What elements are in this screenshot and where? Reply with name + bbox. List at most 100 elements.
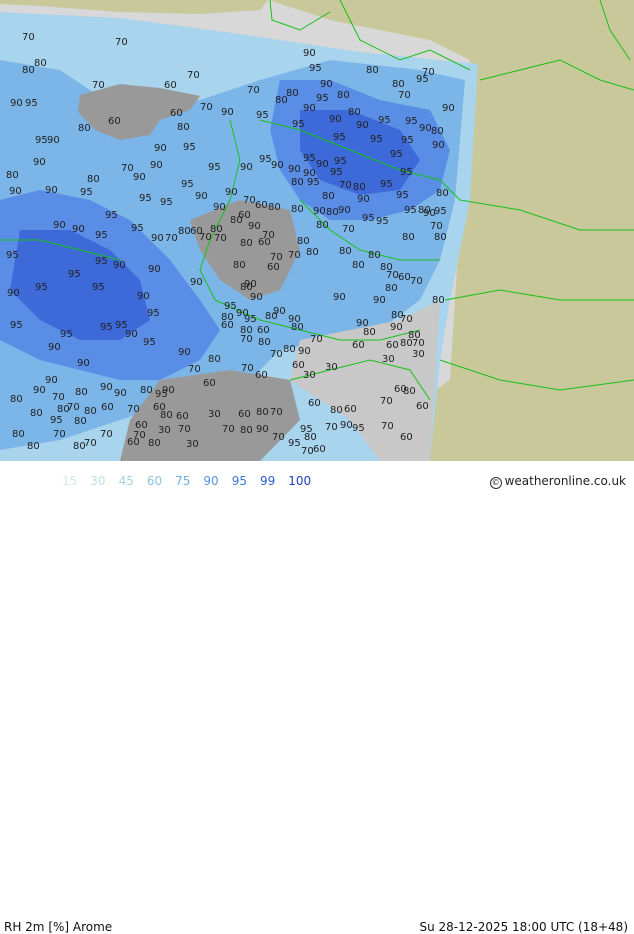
contour-label: 60 xyxy=(127,437,140,448)
contour-label: 95 xyxy=(316,93,329,104)
contour-label: 80 xyxy=(352,260,365,271)
contour-label: 70 xyxy=(240,334,253,345)
contour-label: 90 xyxy=(45,185,58,196)
contour-label: 95 xyxy=(390,149,403,160)
contour-label: 70 xyxy=(270,407,283,418)
contour-label: 95 xyxy=(288,438,301,449)
contour-label: 70 xyxy=(270,252,283,263)
contour-label: 70 xyxy=(380,396,393,407)
contour-label: 90 xyxy=(390,322,403,333)
copyright-text: weatheronline.co.uk xyxy=(504,474,626,488)
contour-label: 90 xyxy=(316,159,329,170)
contour-label: 60 xyxy=(176,411,189,422)
contour-label: 95 xyxy=(181,179,194,190)
contour-label: 60 xyxy=(101,402,114,413)
contour-label: 70 xyxy=(92,80,105,91)
contour-label: 70 xyxy=(84,438,97,449)
contour-label: 80 xyxy=(283,344,296,355)
contour-label: 90 xyxy=(340,420,353,431)
contour-label: 95 xyxy=(224,301,237,312)
contour-label: 80 xyxy=(363,327,376,338)
contour-label: 95 xyxy=(35,282,48,293)
contour-label: 90 xyxy=(33,157,46,168)
contour-label: 80 xyxy=(322,191,335,202)
contour-label: 95 xyxy=(143,337,156,348)
contour-label: 60 xyxy=(267,262,280,273)
contour-label: 70 xyxy=(214,233,227,244)
forecast-datetime: Su 28-12-2025 18:00 UTC (18+48) xyxy=(419,920,628,934)
contour-label: 90 xyxy=(373,295,386,306)
contour-label: 80 xyxy=(208,354,221,365)
contour-label: 90 xyxy=(178,347,191,358)
contour-label: 70 xyxy=(200,102,213,113)
contour-label: 90 xyxy=(47,135,60,146)
contour-label: 70 xyxy=(22,32,35,43)
contour-label: 90 xyxy=(148,264,161,275)
contour-label: 80 xyxy=(436,188,449,199)
contour-label: 70 xyxy=(310,334,323,345)
contour-label: 90 xyxy=(150,160,163,171)
contour-label: 95 xyxy=(139,193,152,204)
contour-label: 90 xyxy=(303,103,316,114)
contour-label: 95 xyxy=(405,116,418,127)
legend-item: 100 xyxy=(288,474,312,488)
contour-label: 30 xyxy=(303,370,316,381)
contour-label: 95 xyxy=(105,210,118,221)
contour-label: 80 xyxy=(140,385,153,396)
contour-label: 80 xyxy=(431,126,444,137)
contour-label: 90 xyxy=(221,107,234,118)
contour-label: 95 xyxy=(303,153,316,164)
contour-label: 70 xyxy=(301,446,314,457)
contour-label: 90 xyxy=(114,388,127,399)
contour-label: 30 xyxy=(412,349,425,360)
contour-label: 95 xyxy=(92,282,105,293)
contour-label: 90 xyxy=(298,346,311,357)
contour-label: 95 xyxy=(380,179,393,190)
contour-label: 80 xyxy=(178,226,191,237)
contour-label: 95 xyxy=(333,132,346,143)
contour-label: 70 xyxy=(127,404,140,415)
contour-label: 80 xyxy=(256,407,269,418)
contour-label: 95 xyxy=(376,216,389,227)
contour-label: 90 xyxy=(329,114,342,125)
contour-label: 70 xyxy=(121,163,134,174)
contour-label: 30 xyxy=(382,354,395,365)
contour-label: 70 xyxy=(272,432,285,443)
contour-label: 90 xyxy=(195,191,208,202)
contour-label: 70 xyxy=(342,224,355,235)
contour-label: 70 xyxy=(412,338,425,349)
contour-label: 30 xyxy=(186,439,199,450)
contour-label: 90 xyxy=(357,194,370,205)
contour-label: 90 xyxy=(53,220,66,231)
contour-label: 70 xyxy=(52,392,65,403)
contour-label: 95 xyxy=(396,190,409,201)
contour-label: 70 xyxy=(410,276,423,287)
contour-label: 80 xyxy=(73,441,86,452)
contour-label: 80 xyxy=(291,322,304,333)
contour-label: 60 xyxy=(238,409,251,420)
contour-label: 80 xyxy=(339,246,352,257)
contour-label: 90 xyxy=(77,358,90,369)
contour-label: 60 xyxy=(255,200,268,211)
contour-label: 95 xyxy=(370,134,383,145)
contour-label: 80 xyxy=(432,295,445,306)
contour-label: 70 xyxy=(270,349,283,360)
contour-label: 90 xyxy=(240,162,253,173)
contour-label: 80 xyxy=(385,283,398,294)
contour-label: 60 xyxy=(352,340,365,351)
contour-label: 80 xyxy=(326,207,339,218)
weather-map: 70 70 80 80 70 60 70 70 90 95 60 60 70 90 95 80 80 95 90 80… xyxy=(0,0,634,461)
contour-label: 80 xyxy=(12,429,25,440)
copyright[interactable]: © weatheronline.co.uk xyxy=(489,474,626,489)
contour-label: 80 xyxy=(316,220,329,231)
contour-label: 80 xyxy=(240,425,253,436)
contour-label: 90 xyxy=(256,424,269,435)
contour-label: 95 xyxy=(400,167,413,178)
legend-item: 15 xyxy=(62,474,78,488)
contour-label: 90 xyxy=(72,224,85,235)
contour-label: 80 xyxy=(22,65,35,76)
contour-label: 95 xyxy=(309,63,322,74)
contour-label: 80 xyxy=(6,170,19,181)
contour-label: 80 xyxy=(233,260,246,271)
contour-label: 90 xyxy=(225,187,238,198)
